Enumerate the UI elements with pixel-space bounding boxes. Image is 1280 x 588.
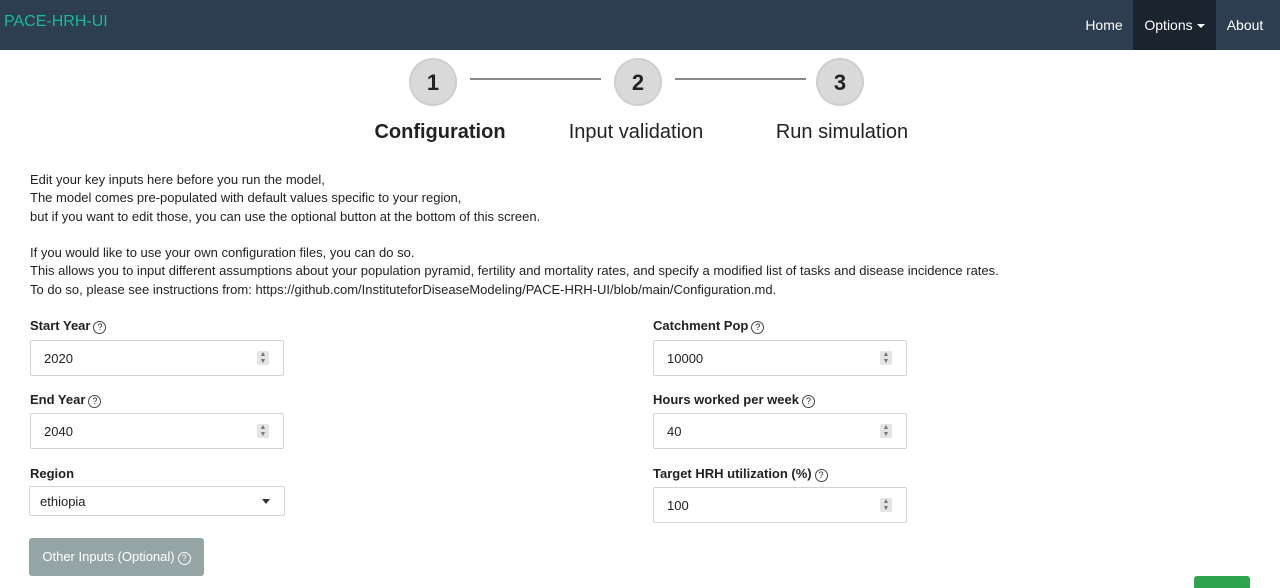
step-1-label: Configuration	[374, 121, 506, 143]
hours-per-week-label: Hours worked per week?	[653, 392, 815, 408]
start-year-label: Start Year?	[30, 318, 107, 334]
step-3-label: Run simulation	[775, 121, 909, 143]
spinner-icon[interactable]: ▲ ▼	[257, 351, 269, 365]
catchment-pop-input[interactable]: 10000 ▲ ▼	[653, 340, 907, 376]
step-1-circle: 1	[409, 58, 457, 106]
intro-line: Edit your key inputs here before you run…	[30, 172, 325, 187]
nav-options-dropdown[interactable]: Options	[1133, 0, 1216, 50]
end-year-input[interactable]: 2040 ▲ ▼	[30, 413, 284, 449]
spinner-icon[interactable]: ▲ ▼	[880, 424, 892, 438]
nav-home[interactable]: Home	[1076, 0, 1132, 50]
catchment-pop-label-text: Catchment Pop	[653, 318, 749, 333]
help-icon: ?	[177, 552, 191, 565]
nav-options-label: Options	[1144, 17, 1193, 33]
spinner-icon[interactable]: ▲ ▼	[880, 351, 892, 365]
spinner-icon[interactable]: ▲ ▼	[880, 498, 892, 512]
region-value: ethiopia	[40, 494, 86, 509]
intro-line: The model comes pre-populated with defau…	[30, 190, 462, 206]
intro-line: To do so, please see instructions from: …	[30, 281, 777, 297]
help-icon[interactable]: ?	[93, 321, 107, 334]
other-inputs-label: Other Inputs (Optional)	[42, 549, 175, 564]
intro-line: but if you want to edit those, you can u…	[30, 208, 541, 224]
intro-line: This allows you to input different assum…	[30, 263, 999, 279]
catchment-pop-value: 10000	[667, 351, 704, 366]
hours-per-week-value: 40	[667, 424, 682, 439]
end-year-value: 2040	[44, 424, 73, 439]
intro-line: If you would like to use your own config…	[30, 245, 415, 261]
intro-text: Edit your key inputs here before you run…	[30, 171, 999, 299]
step-connector-2	[675, 78, 806, 80]
region-select[interactable]: ethiopia	[29, 486, 285, 516]
target-utilization-input[interactable]: 100 ▲ ▼	[653, 487, 907, 523]
hours-per-week-input[interactable]: 40 ▲ ▼	[653, 413, 907, 449]
help-icon[interactable]: ?	[801, 395, 815, 408]
chevron-down-icon	[1196, 24, 1205, 29]
help-icon[interactable]: ?	[751, 321, 765, 334]
chevron-down-icon	[262, 499, 270, 504]
end-year-label: End Year?	[30, 392, 102, 408]
step-3-circle: 3	[816, 58, 864, 106]
target-utilization-value: 100	[667, 498, 689, 513]
other-inputs-button[interactable]: Other Inputs (Optional)?	[29, 538, 204, 576]
region-label: Region	[30, 466, 75, 481]
start-year-label-text: Start Year	[30, 318, 91, 333]
hours-per-week-label-text: Hours worked per week	[653, 392, 799, 407]
brand-link[interactable]: PACE-HRH-UI	[4, 13, 108, 31]
spinner-icon[interactable]: ▲ ▼	[257, 424, 269, 438]
step-2-label: Input validation	[568, 121, 704, 143]
start-year-input[interactable]: 2020 ▲ ▼	[30, 340, 284, 376]
target-utilization-label: Target HRH utilization (%)?	[653, 466, 828, 482]
catchment-pop-label: Catchment Pop?	[653, 318, 765, 334]
end-year-label-text: End Year	[30, 392, 86, 407]
target-utilization-label-text: Target HRH utilization (%)	[653, 466, 812, 481]
nav-about[interactable]: About	[1217, 0, 1273, 50]
step-connector-1	[470, 78, 601, 80]
help-icon[interactable]: ?	[814, 469, 828, 482]
step-2-circle: 2	[614, 58, 662, 106]
next-button[interactable]	[1194, 576, 1250, 588]
help-icon[interactable]: ?	[88, 395, 102, 408]
start-year-value: 2020	[44, 351, 73, 366]
intro-line	[30, 226, 999, 244]
top-navbar: PACE-HRH-UI Home Options About	[0, 0, 1280, 50]
